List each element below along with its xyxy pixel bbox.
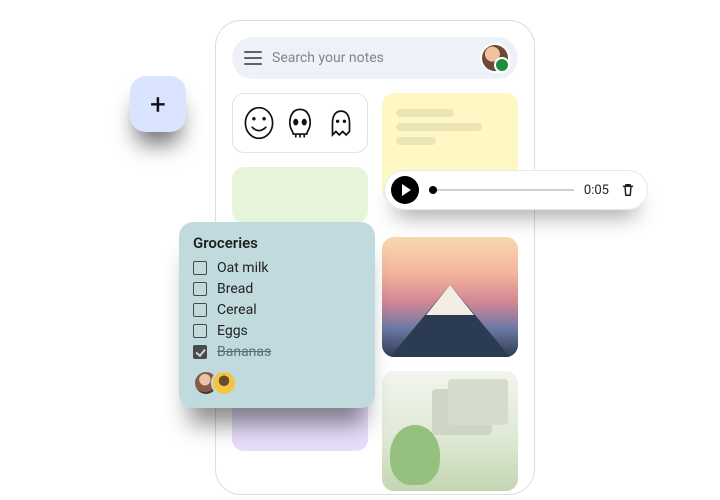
note-green[interactable] <box>232 167 368 223</box>
note-mountain-image[interactable] <box>382 237 518 357</box>
checkbox-icon[interactable] <box>193 261 207 275</box>
skull-icon <box>283 104 317 142</box>
note-drawing[interactable] <box>232 93 368 153</box>
play-button[interactable] <box>391 176 419 204</box>
list-item[interactable]: Bananas <box>193 344 361 360</box>
item-label: Bananas <box>217 344 271 360</box>
search-bar[interactable]: Search your notes <box>232 37 518 79</box>
item-label: Cereal <box>217 302 257 318</box>
plus-icon: + <box>150 88 166 121</box>
ghost-icon <box>324 104 358 142</box>
list-item[interactable]: Bread <box>193 281 361 297</box>
item-label: Eggs <box>217 323 248 339</box>
item-label: Bread <box>217 281 253 297</box>
list-item[interactable]: Eggs <box>193 323 361 339</box>
search-input[interactable]: Search your notes <box>272 50 472 66</box>
list-item[interactable]: Oat milk <box>193 260 361 276</box>
checkbox-checked-icon[interactable] <box>193 345 207 359</box>
checkbox-icon[interactable] <box>193 303 207 317</box>
groceries-title: Groceries <box>193 234 361 252</box>
audio-duration: 0:05 <box>584 183 609 198</box>
list-item[interactable]: Cereal <box>193 302 361 318</box>
smiley-face-icon <box>242 104 276 142</box>
account-avatar[interactable] <box>482 45 508 71</box>
audio-player[interactable]: 0:05 <box>384 170 648 210</box>
checkbox-icon[interactable] <box>193 282 207 296</box>
collaborator-avatar[interactable] <box>211 370 237 396</box>
collaborators <box>193 370 361 396</box>
trash-icon[interactable] <box>619 181 637 199</box>
audio-track[interactable] <box>429 189 574 191</box>
groceries-note[interactable]: Groceries Oat milk Bread Cereal Eggs Ban… <box>179 222 375 408</box>
menu-icon[interactable] <box>244 51 262 65</box>
item-label: Oat milk <box>217 260 268 276</box>
note-park-image[interactable] <box>382 371 518 491</box>
add-note-button[interactable]: + <box>130 76 186 132</box>
checkbox-icon[interactable] <box>193 324 207 338</box>
